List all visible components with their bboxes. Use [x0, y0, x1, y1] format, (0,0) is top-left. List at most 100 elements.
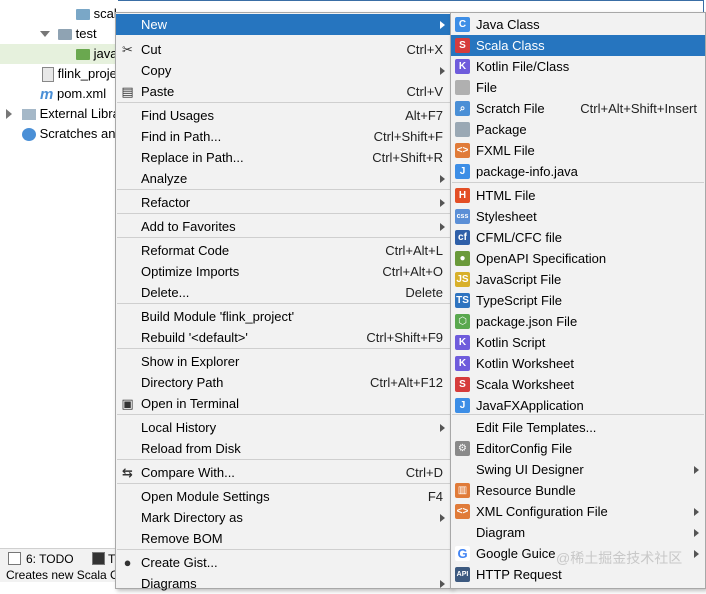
- menu-item-open-module-settings[interactable]: Open Module Settings F4: [116, 486, 451, 507]
- new-item-cfml-cfc-file[interactable]: cf CFML/CFC file: [451, 227, 705, 248]
- file-icon: [455, 80, 470, 95]
- kotlin-script-icon: K: [455, 335, 470, 350]
- scratches-icon: [22, 128, 36, 142]
- expand-arrow-icon[interactable]: [40, 31, 50, 37]
- todo-tab[interactable]: 6: TODO: [26, 552, 74, 566]
- submenu-arrow-icon: [440, 21, 445, 29]
- menu-item-label: EditorConfig File: [476, 441, 573, 456]
- menu-item-replace-in-path[interactable]: Replace in Path... Ctrl+Shift+R: [116, 147, 451, 168]
- menu-item-shortcut: Ctrl+V: [406, 84, 443, 99]
- tree-item-label: External Libra: [39, 106, 118, 121]
- new-item-file[interactable]: File: [451, 77, 705, 98]
- menu-item-local-history[interactable]: Local History: [116, 417, 451, 438]
- api-icon: API: [455, 567, 470, 582]
- menu-item-label: New: [141, 17, 168, 32]
- menu-item-remove-bom[interactable]: Remove BOM: [116, 528, 451, 549]
- menu-separator: [117, 414, 450, 415]
- menu-item-label: Find Usages: [141, 108, 214, 123]
- menu-item-label: Create Gist...: [141, 555, 218, 570]
- menu-item-label: Stylesheet: [476, 209, 537, 224]
- context-menu: New ✂ Cut Ctrl+X Copy ▤ Paste Ctrl+V Find Usages…: [115, 12, 452, 591]
- new-item-scratch-file[interactable]: ⌕ Scratch File Ctrl+Alt+Shift+Insert: [451, 98, 705, 119]
- new-item-xml-configuration-file[interactable]: <> XML Configuration File: [451, 501, 705, 522]
- menu-item-find-usages[interactable]: Find Usages Alt+F7: [116, 105, 451, 126]
- fxml-icon: <>: [455, 143, 470, 158]
- library-icon: [22, 109, 36, 121]
- menu-item-new[interactable]: New: [116, 14, 451, 35]
- folder-icon: [58, 29, 72, 41]
- submenu-arrow-icon: [694, 466, 699, 474]
- new-item-diagram[interactable]: Diagram: [451, 522, 705, 543]
- menu-item-label: Replace in Path...: [141, 150, 244, 165]
- new-item-html-file[interactable]: H HTML File: [451, 185, 705, 206]
- menu-item-shortcut: Ctrl+Alt+Shift+Insert: [580, 101, 697, 116]
- new-item-package[interactable]: Package: [451, 119, 705, 140]
- tree-item-test[interactable]: test: [58, 24, 97, 44]
- menu-item-label: Google Guice: [476, 546, 556, 561]
- menu-item-paste[interactable]: ▤ Paste Ctrl+V: [116, 81, 451, 102]
- menu-item-analyze[interactable]: Analyze: [116, 168, 451, 189]
- menu-separator: [117, 348, 450, 349]
- new-item-fxml-file[interactable]: <> FXML File: [451, 140, 705, 161]
- tree-item-scala[interactable]: scala: [76, 4, 118, 24]
- new-item-typescript-file[interactable]: TS TypeScript File: [451, 290, 705, 311]
- menu-item-cut[interactable]: ✂ Cut Ctrl+X: [116, 39, 451, 60]
- menu-item-add-to-favorites[interactable]: Add to Favorites: [116, 216, 451, 237]
- menu-item-copy[interactable]: Copy: [116, 60, 451, 81]
- menu-item-build-module-flink-project[interactable]: Build Module 'flink_project': [116, 306, 451, 327]
- new-item-kotlin-worksheet[interactable]: K Kotlin Worksheet: [451, 353, 705, 374]
- new-item-package-json-file[interactable]: ⬡ package.json File: [451, 311, 705, 332]
- new-item-kotlin-script[interactable]: K Kotlin Script: [451, 332, 705, 353]
- menu-item-shortcut: Ctrl+Shift+R: [372, 150, 443, 165]
- tree-item-scratches[interactable]: Scratches and: [22, 124, 118, 144]
- new-item-javascript-file[interactable]: JS JavaScript File: [451, 269, 705, 290]
- tree-item-java[interactable]: java: [0, 44, 118, 64]
- menu-item-rebuild-default[interactable]: Rebuild '<default>' Ctrl+Shift+F9: [116, 327, 451, 348]
- new-item-kotlin-file-class[interactable]: K Kotlin File/Class: [451, 56, 705, 77]
- menu-item-shortcut: Ctrl+Alt+L: [385, 243, 443, 258]
- tree-item-external-libraries[interactable]: External Libra: [22, 104, 118, 124]
- menu-separator: [452, 414, 704, 415]
- menu-item-mark-directory-as[interactable]: Mark Directory as: [116, 507, 451, 528]
- new-submenu: C Java Class S Scala Class K Kotlin File/Clas…: [450, 12, 706, 589]
- menu-item-label: Mark Directory as: [141, 510, 243, 525]
- menu-item-compare-with[interactable]: ⇆ Compare With... Ctrl+D: [116, 462, 451, 483]
- package-icon: [455, 122, 470, 137]
- menu-item-label: Scratch File: [476, 101, 545, 116]
- submenu-arrow-icon: [440, 175, 445, 183]
- new-item-edit-file-templates[interactable]: Edit File Templates...: [451, 417, 705, 438]
- menu-item-label: Refactor: [141, 195, 191, 210]
- new-item-resource-bundle[interactable]: ▥ Resource Bundle: [451, 480, 705, 501]
- new-item-swing-ui-designer[interactable]: Swing UI Designer: [451, 459, 705, 480]
- menu-separator: [117, 189, 450, 190]
- new-item-scala-class[interactable]: S Scala Class: [451, 35, 705, 56]
- new-item-scala-worksheet[interactable]: S Scala Worksheet: [451, 374, 705, 395]
- tree-item-pom[interactable]: m pom.xml: [40, 84, 106, 104]
- new-item-package-info-java[interactable]: Jpackage-info.java: [451, 161, 705, 182]
- tree-item-flink-project[interactable]: flink_proje: [42, 64, 117, 84]
- new-item-java-class[interactable]: C Java Class: [451, 14, 705, 35]
- new-item-openapi-specification[interactable]: ● OpenAPI Specification: [451, 248, 705, 269]
- expand-arrow-icon[interactable]: [6, 109, 12, 119]
- menu-item-reload-from-disk[interactable]: Reload from Disk: [116, 438, 451, 459]
- menu-item-label: Swing UI Designer: [476, 462, 584, 477]
- menu-item-find-in-path[interactable]: Find in Path... Ctrl+Shift+F: [116, 126, 451, 147]
- new-item-editorconfig-file[interactable]: ⚙ EditorConfig File: [451, 438, 705, 459]
- menu-item-open-in-terminal[interactable]: ▣ Open in Terminal: [116, 393, 451, 414]
- new-item-javafxapplication[interactable]: J JavaFXApplication: [451, 395, 705, 416]
- tree-item-label: test: [75, 26, 97, 41]
- menu-item-label: File: [476, 80, 497, 95]
- menu-item-shortcut: Ctrl+Alt+O: [382, 264, 443, 279]
- menu-item-shortcut: Ctrl+Alt+F12: [370, 375, 443, 390]
- menu-item-reformat-code[interactable]: Reformat Code Ctrl+Alt+L: [116, 240, 451, 261]
- menu-item-show-in-explorer[interactable]: Show in Explorer: [116, 351, 451, 372]
- menu-item-directory-path[interactable]: Directory Path Ctrl+Alt+F12: [116, 372, 451, 393]
- menu-item-create-gist[interactable]: ● Create Gist...: [116, 552, 451, 573]
- new-item-stylesheet[interactable]: css Stylesheet: [451, 206, 705, 227]
- menu-item-refactor[interactable]: Refactor: [116, 192, 451, 213]
- menu-item-delete[interactable]: Delete... Delete: [116, 282, 451, 303]
- menu-item-label: Edit File Templates...: [476, 420, 597, 435]
- javascript-icon: JS: [455, 272, 470, 287]
- menu-item-label: Delete...: [141, 285, 190, 300]
- menu-item-optimize-imports[interactable]: Optimize Imports Ctrl+Alt+O: [116, 261, 451, 282]
